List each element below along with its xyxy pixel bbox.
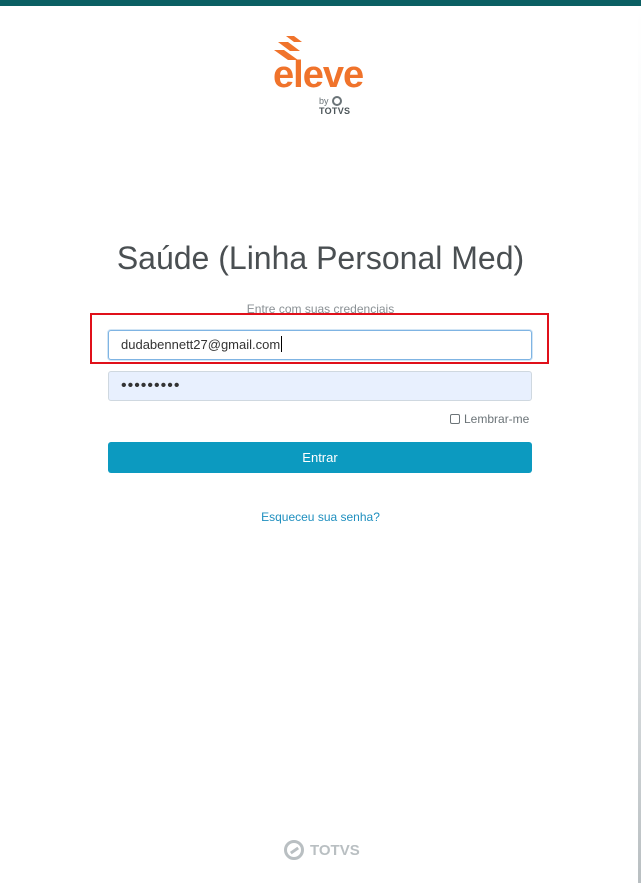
remember-me-checkbox[interactable]	[450, 414, 460, 424]
totvs-logo-icon	[284, 840, 304, 860]
top-accent-bar	[0, 0, 641, 6]
remember-me-label: Lembrar-me	[464, 412, 530, 426]
logo-wordmark: eleve	[273, 54, 364, 96]
password-field-value: •••••••••	[121, 377, 181, 394]
totvs-mark-icon	[331, 96, 342, 106]
eleve-logo: eleve byTOTVS	[272, 36, 372, 116]
email-field[interactable]: dudabennett27@gmail.com	[108, 330, 532, 360]
email-field-value: dudabennett27@gmail.com	[121, 337, 281, 352]
password-field[interactable]: •••••••••	[108, 371, 532, 401]
remember-me[interactable]: Lembrar-me	[450, 412, 529, 426]
text-caret	[281, 336, 283, 352]
logo-byline: byTOTVS	[319, 96, 372, 116]
logo-by-company: TOTVS	[319, 106, 351, 116]
forgot-password-link[interactable]: Esqueceu sua senha?	[0, 510, 641, 524]
footer-logo: TOTVS	[284, 840, 360, 860]
page-title: Saúde (Linha Personal Med)	[116, 240, 525, 276]
footer-brand: TOTVS	[310, 841, 360, 859]
logo-by-text: by	[319, 96, 329, 106]
login-button[interactable]: Entrar	[108, 442, 532, 473]
